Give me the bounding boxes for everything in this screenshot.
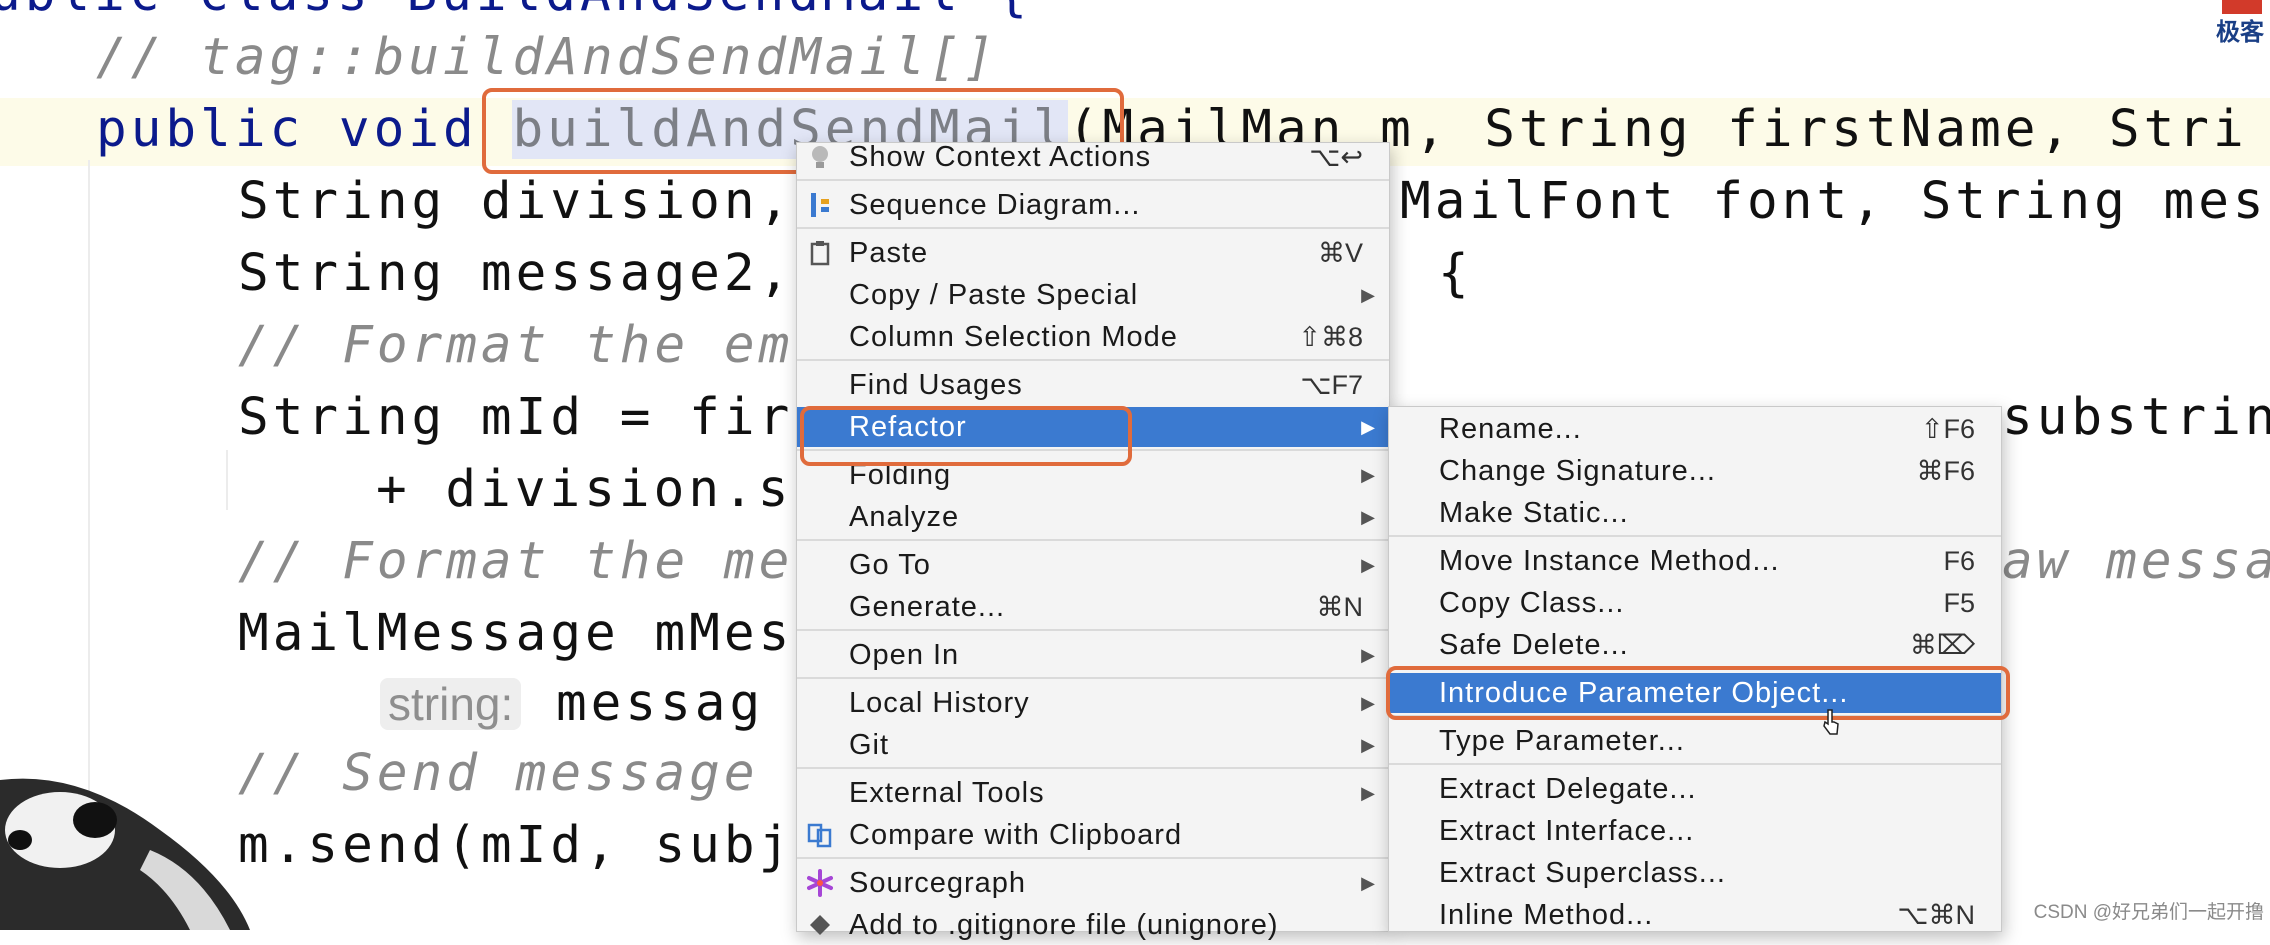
mouse-cursor-icon: [1823, 709, 1839, 735]
code-comment: // tag::buildAndSendMail[]: [96, 28, 999, 87]
menu-item-copy-paste-special[interactable]: Copy / Paste Special ▶: [797, 275, 1389, 315]
submenu-arrow-icon: ▶: [1361, 873, 1375, 893]
menu-item-change-signature[interactable]: Change Signature... ⌘F6: [1389, 451, 2001, 491]
menu-item-copy-class[interactable]: Copy Class... F5: [1389, 583, 2001, 623]
code-comment: // Format the me: [238, 532, 794, 591]
logo-text: 极客: [2216, 19, 2264, 46]
submenu-arrow-icon: ▶: [1361, 465, 1375, 485]
code-line: {: [1438, 244, 1473, 303]
introduce-parameter-object-annotation: [1386, 666, 2010, 720]
code-line: MailFont font, String mes: [1400, 172, 2268, 231]
code-line: String division,: [238, 172, 794, 231]
code-line: ublic class BuildAndSendMail {: [0, 0, 1031, 26]
menu-item-move-instance-method[interactable]: Move Instance Method... F6: [1389, 541, 2001, 581]
menu-item-inline-method[interactable]: Inline Method... ⌥⌘N: [1389, 895, 2001, 935]
watermark: CSDN @好兄弟们一起开撸: [2033, 902, 2264, 923]
menu-item-sourcegraph[interactable]: Sourcegraph ▶: [797, 863, 1389, 903]
bulb-icon: [812, 146, 828, 168]
menu-item-paste[interactable]: Paste ⌘V: [797, 233, 1389, 273]
clipboard-icon: [810, 241, 830, 266]
submenu-arrow-icon: ▶: [1361, 507, 1375, 527]
sequence-icon: [811, 193, 829, 217]
menu-item-open-in[interactable]: Open In ▶: [797, 635, 1389, 675]
presenter-avatar: [0, 778, 250, 930]
menu-item-local-history[interactable]: Local History ▶: [797, 683, 1389, 723]
submenu-arrow-icon: ▶: [1361, 417, 1375, 437]
parameter-hint: string:: [380, 678, 522, 730]
menu-item-make-static[interactable]: Make Static...: [1389, 493, 2001, 533]
refactor-annotation: [800, 406, 1132, 466]
brand-logo: 极客: [2198, 0, 2268, 48]
menu-item-extract-interface[interactable]: Extract Interface...: [1389, 811, 2001, 851]
menu-item-extract-superclass[interactable]: Extract Superclass...: [1389, 853, 2001, 893]
code-comment: // Format the em: [238, 316, 794, 375]
sourcegraph-icon: [807, 869, 833, 897]
menu-item-go-to[interactable]: Go To ▶: [797, 545, 1389, 585]
menu-item-external-tools[interactable]: External Tools ▶: [797, 773, 1389, 813]
submenu-arrow-icon: ▶: [1361, 735, 1375, 755]
menu-item-compare-with-clipboard[interactable]: Compare with Clipboard: [797, 815, 1389, 855]
menu-separator: [1389, 763, 2001, 765]
code-line: String mId = fir: [238, 388, 794, 447]
submenu-arrow-icon: ▶: [1361, 555, 1375, 575]
menu-item-generate[interactable]: Generate... ⌘N: [797, 587, 1389, 627]
menu-separator: [797, 629, 1389, 631]
menu-item-git[interactable]: Git ▶: [797, 725, 1389, 765]
code-line: MailMessage mMes: [238, 604, 794, 663]
menu-item-show-context-actions[interactable]: Show Context Actions ⌥↩: [797, 137, 1389, 177]
code-line: + division.s: [376, 460, 793, 519]
context-menu: Show Context Actions ⌥↩ Sequence Diagram.…: [796, 141, 1390, 941]
menu-separator: [1389, 535, 2001, 537]
menu-item-analyze[interactable]: Analyze ▶: [797, 497, 1389, 537]
menu-item-add-to-gitignore[interactable]: Add to .gitignore file (unignore): [797, 905, 1389, 945]
code-comment: aw messa: [2002, 532, 2270, 591]
submenu-arrow-icon: ▶: [1361, 645, 1375, 665]
menu-separator: [797, 857, 1389, 859]
compare-icon: [807, 823, 832, 848]
submenu-arrow-icon: ▶: [1361, 285, 1375, 305]
code-line: string: messag: [380, 672, 764, 736]
menu-item-type-parameter[interactable]: Type Parameter...: [1389, 721, 2001, 761]
code-line: String message2,: [238, 244, 794, 303]
submenu-arrow-icon: ▶: [1361, 693, 1375, 713]
menu-item-safe-delete[interactable]: Safe Delete... ⌘⌦: [1389, 625, 2001, 665]
code-line: substrin: [2002, 388, 2270, 447]
menu-separator: [797, 677, 1389, 679]
code-line: m.send(mId, subj: [238, 816, 794, 875]
menu-separator: [797, 767, 1389, 769]
menu-item-extract-delegate[interactable]: Extract Delegate...: [1389, 769, 2001, 809]
menu-item-column-selection-mode[interactable]: Column Selection Mode ⇧⌘8: [797, 317, 1389, 357]
menu-separator: [797, 359, 1389, 361]
menu-item-sequence-diagram[interactable]: Sequence Diagram...: [797, 185, 1389, 225]
submenu-arrow-icon: ▶: [1361, 783, 1375, 803]
menu-separator: [797, 227, 1389, 229]
indent-guide: [226, 450, 228, 510]
menu-separator: [797, 179, 1389, 181]
menu-item-find-usages[interactable]: Find Usages ⌥F7: [797, 365, 1389, 405]
code-comment: // Send message: [238, 744, 759, 803]
menu-separator: [797, 539, 1389, 541]
gitignore-icon: [810, 915, 830, 935]
menu-item-rename[interactable]: Rename... ⇧F6: [1389, 409, 2001, 449]
